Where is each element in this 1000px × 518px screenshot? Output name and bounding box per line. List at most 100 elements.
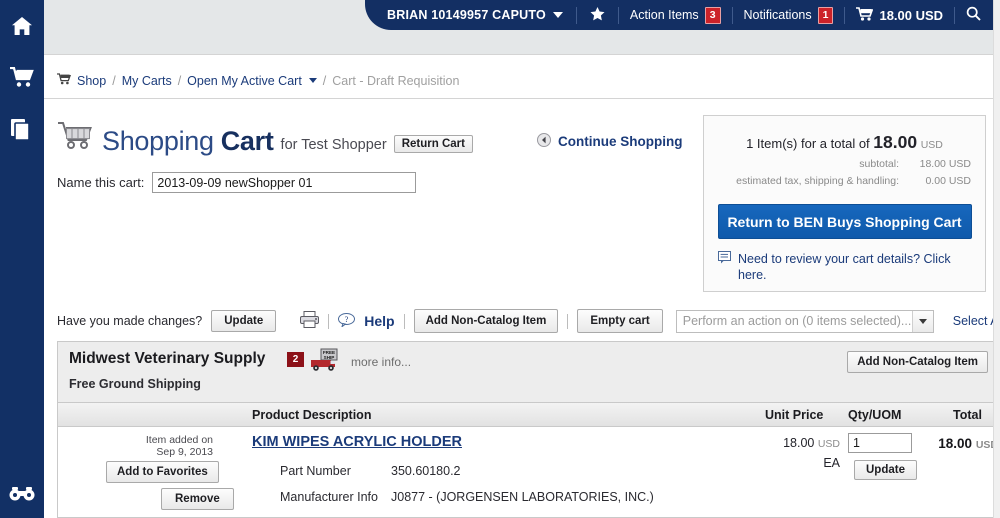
- return-cart-button[interactable]: Return Cart: [393, 135, 473, 153]
- star-icon: [590, 6, 605, 24]
- printer-icon[interactable]: [300, 311, 320, 331]
- unit-price-value: 18.00: [783, 436, 815, 450]
- cart-action-toolbar: Have you made changes? Update ? Help Add…: [57, 306, 1000, 336]
- notifications-button[interactable]: Notifications 1: [733, 6, 845, 24]
- supplier-header: Midwest Veterinary Supply 2 FREE SHIP mo…: [57, 341, 1000, 402]
- row-update-button[interactable]: Update: [854, 460, 917, 480]
- free-shipping-truck-icon: FREE SHIP: [310, 348, 343, 377]
- notifications-label: Notifications: [743, 8, 812, 22]
- free-ground-shipping-label: Free Ground Shipping: [69, 377, 201, 391]
- breadcrumb-separator: /: [112, 73, 116, 88]
- return-to-ben-buys-button[interactable]: Return to BEN Buys Shopping Cart: [717, 204, 972, 239]
- cart-icon: [856, 6, 874, 24]
- cart-table-header: Product Description Unit Price Qty/UOM T…: [57, 402, 1000, 427]
- part-number-value: 350.60180.2: [391, 464, 461, 478]
- breadcrumb-my-carts[interactable]: My Carts: [122, 74, 172, 88]
- part-number-label: Part Number: [280, 464, 351, 478]
- remove-item-button[interactable]: Remove: [161, 488, 234, 510]
- quantity-input[interactable]: [848, 433, 912, 453]
- continue-shopping-link[interactable]: Continue Shopping: [537, 133, 682, 150]
- chevron-down-icon: [552, 12, 563, 18]
- column-header-description: Product Description: [252, 408, 372, 422]
- summary-tax-label: estimated tax, shipping & handling:: [736, 175, 899, 187]
- page-content: Shop / My Carts / Open My Active Cart / …: [44, 54, 1000, 518]
- select-all-link[interactable]: Select A: [953, 314, 999, 328]
- add-to-favorites-button[interactable]: Add to Favorites: [106, 461, 219, 483]
- user-menu[interactable]: BRIAN 10149957 CAPUTO: [365, 8, 576, 22]
- row-total-cell: 18.00 USD: [908, 436, 998, 451]
- manufacturer-label: Manufacturer Info: [280, 490, 378, 504]
- breadcrumb-shop[interactable]: Shop: [77, 74, 106, 88]
- name-cart-label: Name this cart:: [57, 175, 145, 190]
- supplier-more-info-link[interactable]: more info...: [351, 355, 411, 369]
- cart-amount: 18.00 USD: [879, 7, 944, 23]
- svg-text:?: ?: [345, 315, 349, 324]
- page-title: Shopping Cart for Test Shopper Return Ca…: [57, 120, 473, 157]
- breadcrumb: Shop / My Carts / Open My Active Cart / …: [57, 73, 459, 88]
- breadcrumb-current: Cart - Draft Requisition: [332, 73, 460, 88]
- breadcrumb-active-cart[interactable]: Open My Active Cart: [187, 74, 302, 88]
- summary-tax-value: 0.00 USD: [925, 175, 971, 187]
- back-arrow-icon: [537, 133, 551, 150]
- documents-icon: [11, 118, 33, 146]
- svg-text:SHIP: SHIP: [324, 355, 335, 360]
- supplier-flag-badge[interactable]: 2: [287, 352, 304, 367]
- help-link[interactable]: Help: [364, 313, 394, 329]
- action-items-button[interactable]: Action Items 3: [619, 6, 732, 24]
- item-added-on-label: Item added on: [145, 434, 213, 446]
- binoculars-icon: [9, 486, 35, 506]
- supplier-add-non-catalog-item-button[interactable]: Add Non-Catalog Item: [847, 351, 988, 373]
- shopping-cart-icon: [10, 66, 34, 93]
- summary-total-prefix: for a total of: [801, 136, 870, 151]
- summary-subtotal-row: subtotal: 18.00 USD: [704, 158, 985, 170]
- summary-total-line: 1 Item(s) for a total of 18.00 USD: [704, 132, 985, 153]
- vertical-scrollbar[interactable]: [993, 0, 1000, 518]
- top-nav-bar: BRIAN 10149957 CAPUTO Action Items 3 Not…: [365, 0, 1000, 30]
- perform-action-select[interactable]: Perform an action on (0 items selected).…: [675, 309, 934, 333]
- update-button[interactable]: Update: [211, 310, 277, 332]
- user-menu-label: BRIAN 10149957 CAPUTO: [387, 8, 546, 22]
- chevron-down-icon[interactable]: [911, 310, 933, 332]
- perform-action-placeholder: Perform an action on (0 items selected).…: [682, 314, 912, 328]
- column-header-qty-uom: Qty/UOM: [848, 408, 902, 422]
- nav-home-button[interactable]: [0, 6, 44, 50]
- search-icon: [966, 6, 981, 24]
- shopping-cart-icon: [57, 120, 95, 155]
- summary-tax-row: estimated tax, shipping & handling: 0.00…: [704, 175, 985, 187]
- divider: [44, 54, 1000, 55]
- cart-total-button[interactable]: 18.00 USD: [845, 6, 954, 24]
- notifications-badge: 1: [817, 6, 834, 24]
- name-cart-group: Name this cart:: [57, 172, 417, 193]
- action-items-badge: 3: [704, 6, 721, 24]
- column-header-total: Total: [953, 408, 982, 422]
- supplier-name: Midwest Veterinary Supply: [69, 350, 266, 367]
- unit-of-measure: EA: [823, 456, 840, 470]
- summary-item-count: 1 Item(s): [746, 136, 798, 151]
- title-for-shopper: for Test Shopper: [280, 137, 387, 153]
- product-name-link[interactable]: KIM WIPES ACRYLIC HOLDER: [252, 434, 462, 450]
- comment-icon: [718, 251, 732, 283]
- review-cart-details-link[interactable]: Need to review your cart details? Click …: [718, 251, 970, 283]
- divider: [567, 313, 569, 329]
- nav-documents-button[interactable]: [0, 110, 44, 154]
- summary-subtotal-label: subtotal:: [859, 158, 899, 170]
- add-non-catalog-item-button[interactable]: Add Non-Catalog Item: [413, 309, 559, 333]
- empty-cart-button[interactable]: Empty cart: [577, 309, 663, 333]
- item-added-on-date: Sep 9, 2013: [156, 446, 213, 458]
- name-cart-input[interactable]: [152, 172, 417, 193]
- divider: [403, 313, 405, 329]
- cart-icon: [57, 73, 72, 88]
- breadcrumb-separator: /: [177, 73, 182, 88]
- nav-binoculars-button[interactable]: [0, 474, 44, 518]
- action-items-label: Action Items: [629, 8, 699, 22]
- item-added-on: Item added on Sep 9, 2013: [121, 434, 213, 458]
- page-root: BRIAN 10149957 CAPUTO Action Items 3 Not…: [0, 0, 1000, 518]
- favorites-button[interactable]: [577, 6, 618, 24]
- manufacturer-value: J0877 - (JORGENSEN LABORATORIES, INC.): [391, 490, 654, 504]
- search-button[interactable]: [955, 6, 992, 24]
- nav-shop-button[interactable]: [0, 58, 44, 102]
- breadcrumb-separator: /: [322, 73, 327, 88]
- chevron-down-icon[interactable]: [308, 78, 317, 83]
- help-bubble-icon[interactable]: ?: [338, 312, 356, 330]
- summary-subtotal-value: 18.00 USD: [919, 158, 971, 170]
